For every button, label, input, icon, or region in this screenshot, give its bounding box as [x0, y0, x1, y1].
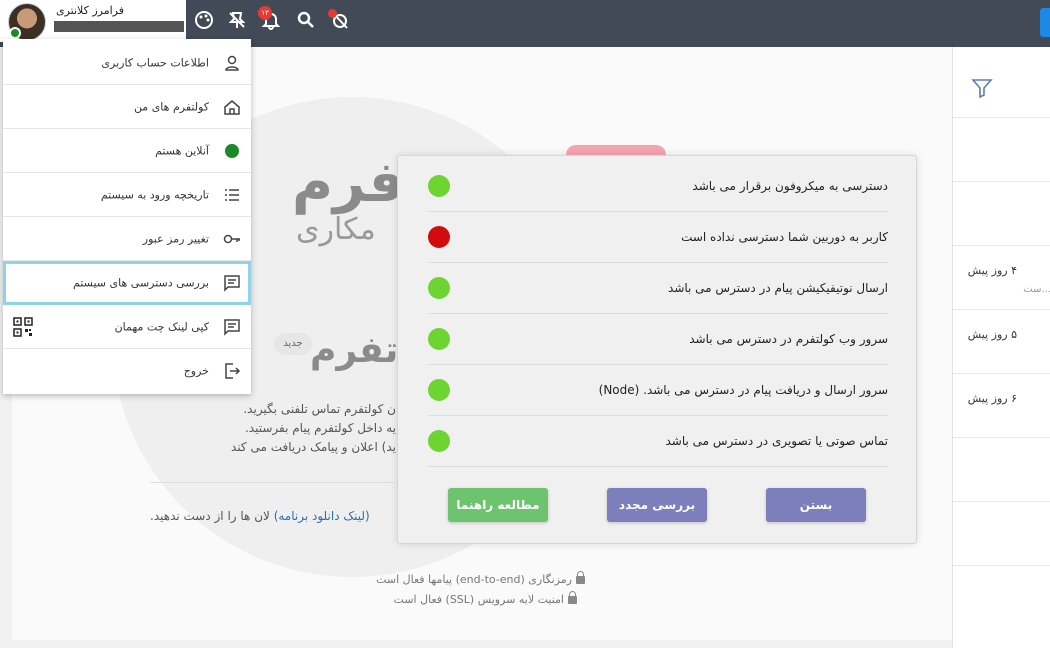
- logo-second-text: تفرم: [310, 330, 399, 371]
- list-item[interactable]: ۶ روز پیش: [953, 373, 1050, 437]
- logo-sub-text: مکاری: [296, 212, 376, 247]
- recheck-button[interactable]: بررسی مجدد: [607, 488, 707, 522]
- check-row-message-server: سرور ارسال و دریافت پیام در دسترس می باش…: [428, 365, 888, 416]
- menu-item-login-history[interactable]: تاریخچه ورود به سیستم: [3, 173, 251, 217]
- check-text: سرور وب کولتفرم در دسترس می باشد: [689, 332, 888, 346]
- check-text: تماس صوتی یا تصویری در دسترس می باشد: [665, 434, 888, 448]
- status-ok-icon: [428, 277, 450, 299]
- menu-item-account-info[interactable]: اطلاعات حساب کاربری: [3, 41, 251, 85]
- filter-icon[interactable]: [971, 77, 993, 99]
- list-item-time: ۵ روز پیش: [967, 328, 1017, 341]
- check-row-camera: کاربر به دوربین شما دسترسی نداده است: [428, 212, 888, 263]
- online-status-icon: [225, 143, 239, 158]
- menu-item-label: کپی لینک چت مهمان: [114, 320, 209, 333]
- user-icon: [225, 55, 239, 71]
- user-email: farmarz.kal@gmail.com: [54, 21, 184, 32]
- list-item-time: ۶ روز پیش: [967, 392, 1017, 405]
- security-line: رمزنگاری (end-to-end) پیامها فعال است: [376, 571, 585, 586]
- download-text: (لینک دانلود برنامه) لان ها را از دست ند…: [150, 509, 370, 523]
- close-button[interactable]: بستن: [766, 488, 866, 522]
- user-name: فرامرز کلانتری: [55, 4, 124, 17]
- logo-main-text: فرم: [292, 150, 405, 215]
- menu-item-system-access-check[interactable]: بررسی دسترسی های سیستم: [3, 261, 251, 305]
- divider: [150, 482, 395, 483]
- check-text: ارسال نوتیفیکیشن پیام در دسترس می باشد: [668, 281, 888, 295]
- menu-item-logout[interactable]: خروج: [3, 349, 251, 393]
- list-item[interactable]: [953, 565, 1050, 629]
- status-ok-icon: [428, 430, 450, 452]
- menu-item-copy-guest-link[interactable]: کپی لینک چت مهمان: [3, 305, 251, 349]
- list-item[interactable]: [953, 437, 1050, 501]
- desc-line: یه داخل کولتفرم پیام بفرستید.: [244, 421, 396, 435]
- home-icon: [224, 99, 240, 115]
- notification-badge: ۱۳: [258, 6, 272, 20]
- message-icon: [224, 274, 240, 292]
- list-item[interactable]: [953, 181, 1050, 245]
- status-ok-icon: [428, 379, 450, 401]
- palette-icon[interactable]: [193, 10, 215, 32]
- menu-item-label: بررسی دسترسی های سیستم: [73, 276, 209, 289]
- security-line: امنیت لایه سرویس (SSL) فعال است: [394, 591, 577, 606]
- blue-action-button[interactable]: [1040, 8, 1050, 37]
- menu-item-change-password[interactable]: تغییر رمز عبور: [3, 217, 251, 261]
- desc-line: ید) اعلان و پیامک دریافت می کند: [231, 440, 396, 454]
- check-row-call: تماس صوتی یا تصویری در دسترس می باشد: [428, 416, 888, 467]
- check-row-microphone: دسترسی به میکروفون برقرار می باشد: [428, 161, 888, 212]
- status-ok-icon: [428, 175, 450, 197]
- check-row-notification: ارسال نوتیفیکیشن پیام در دسترس می باشد: [428, 263, 888, 314]
- download-link[interactable]: (لینک دانلود برنامه): [274, 509, 370, 523]
- search-icon[interactable]: [295, 10, 317, 32]
- list-item[interactable]: ۴ روز پیش ست...: [953, 245, 1050, 309]
- user-profile-box[interactable]: فرامرز کلانتری farmarz.kal@gmail.com: [0, 0, 186, 42]
- check-text: کاربر به دوربین شما دسترسی نداده است: [681, 230, 888, 244]
- menu-item-label: خروج: [183, 364, 209, 378]
- check-text: سرور ارسال و دریافت پیام در دسترس می باش…: [598, 383, 888, 397]
- conversation-list-strip: ۴ روز پیش ست... ۵ روز پیش ۶ روز پیش: [952, 47, 1050, 648]
- status-ok-icon: [428, 328, 450, 350]
- menu-item-online-status[interactable]: آنلاین هستم: [3, 129, 251, 173]
- lock-icon: [568, 591, 577, 604]
- message-icon: [224, 318, 240, 336]
- menu-item-label: تاریخچه ورود به سیستم: [100, 188, 209, 201]
- sync-alert-dot: [328, 9, 337, 18]
- menu-item-label: کولتفرم های من: [133, 100, 209, 113]
- check-row-web-server: سرور وب کولتفرم در دسترس می باشد: [428, 314, 888, 365]
- menu-item-label: اطلاعات حساب کاربری: [101, 56, 209, 69]
- qr-code-icon[interactable]: [13, 316, 33, 337]
- list-item-preview: ست...: [1023, 284, 1050, 295]
- new-badge: جدید: [274, 333, 312, 355]
- desc-line: ن کولتفرم تماس تلفنی بگیرید.: [243, 402, 396, 416]
- system-access-check-dialog: دسترسی به میکروفون برقرار می باشد کاربر …: [397, 155, 917, 544]
- list-item[interactable]: [953, 117, 1050, 181]
- key-icon: [223, 234, 240, 243]
- pin-off-icon[interactable]: [226, 10, 248, 32]
- read-guide-button[interactable]: مطالعه راهنما: [448, 488, 548, 522]
- online-status-dot: [9, 27, 21, 39]
- menu-item-my-coltforms[interactable]: کولتفرم های من: [3, 85, 251, 129]
- list-item[interactable]: [953, 501, 1050, 565]
- lock-icon: [576, 571, 585, 584]
- user-dropdown-menu: اطلاعات حساب کاربری کولتفرم های من آنلای…: [3, 39, 251, 394]
- list-icon: [225, 188, 239, 201]
- list-item-time: ۴ روز پیش: [967, 264, 1017, 277]
- menu-item-label: تغییر رمز عبور: [142, 232, 209, 245]
- menu-item-label: آنلاین هستم: [155, 144, 209, 157]
- list-item[interactable]: ۵ روز پیش: [953, 309, 1050, 373]
- status-error-icon: [428, 226, 450, 248]
- logout-icon: [225, 363, 241, 379]
- check-text: دسترسی به میکروفون برقرار می باشد: [692, 179, 888, 193]
